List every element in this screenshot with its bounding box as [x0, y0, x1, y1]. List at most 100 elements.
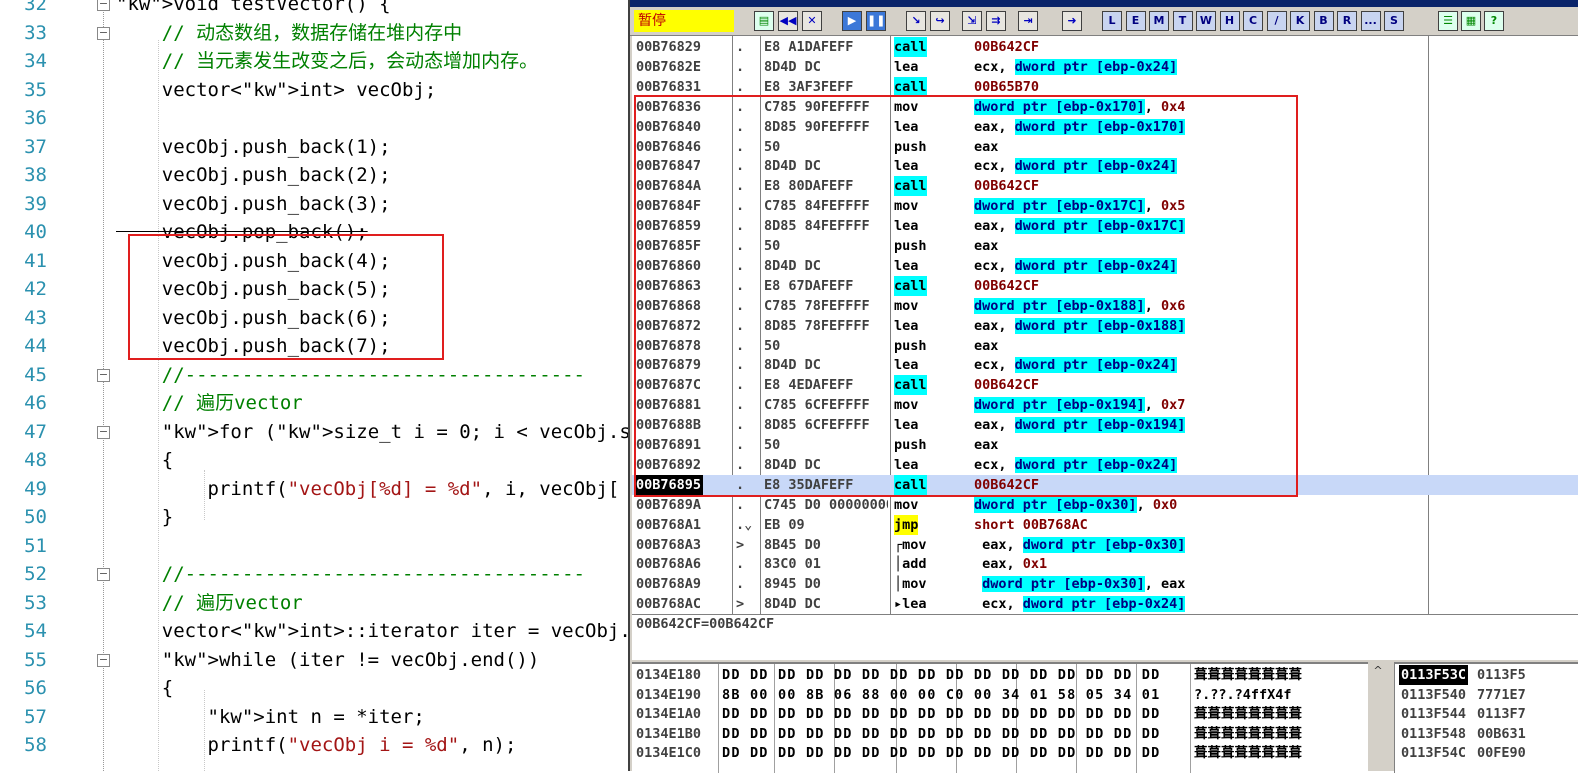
operands: 00B642CF [974, 37, 1039, 57]
instruction-bytes: 8D4D DC [764, 596, 821, 613]
fold-toggle-icon[interactable]: − [97, 425, 110, 439]
fold-toggle-icon[interactable]: − [97, 26, 110, 40]
fold-toggle-icon[interactable]: − [97, 653, 110, 667]
mnemonic: jmp [894, 514, 919, 535]
line-number: 44 [24, 335, 47, 357]
disassembly-pane[interactable]: 00B76829. E8 A1DAFEFF call 00B642CF 00B7682E… [632, 36, 1578, 614]
toolbar-c-button[interactable]: C [1243, 11, 1263, 31]
run-icon[interactable]: ▶ [842, 11, 862, 31]
disasm-row[interactable]: 00B768A6. 83C0 01 │add eax, 0x1 [632, 554, 1578, 574]
code-text: "kw">while (iter != vecObj.end()) [161, 648, 540, 671]
source-line: 57 "kw">int n = *iter; [0, 703, 628, 731]
trace-into-icon[interactable]: ⇲ [962, 11, 982, 31]
fold-toggle-icon[interactable]: − [97, 568, 110, 581]
mnemonic: call [894, 37, 927, 57]
operand-part: eax, [974, 536, 1023, 553]
dump-ascii: 葺葺葺葺葺葺葺葺 [1194, 667, 1302, 683]
stack-row[interactable]: 0113F54C 00FE90 [1395, 743, 1578, 763]
toolbar-h-button[interactable]: H [1219, 11, 1240, 31]
open-icon[interactable]: ▤ [754, 11, 774, 31]
fold-toggle-icon[interactable]: − [97, 0, 110, 11]
code-text: printf("vecObj i = %d", n); [116, 734, 517, 756]
toolbar-w-button[interactable]: W [1196, 11, 1216, 31]
flow-marker: . [736, 576, 745, 593]
stack-pane[interactable]: 0113F53C 0113F5 0113F540 7771E7 0113F544 0113… [1394, 662, 1578, 773]
disasm-row[interactable]: 00B7682E. 8D4D DC lea ecx, dword ptr [ebp-0… [632, 57, 1578, 77]
line-number: 56 [24, 677, 47, 699]
step-into-icon[interactable]: ↘ [906, 11, 926, 31]
toolbar-slash-button[interactable]: / [1266, 11, 1287, 31]
toolbar-r-button[interactable]: R [1337, 11, 1357, 31]
line-number: 34 [24, 50, 47, 72]
disasm-row[interactable]: 00B768AC >8D4D DC ▸lea ecx, dword ptr [ebp… [632, 594, 1578, 614]
dump-scroll-up-icon[interactable]: ^ [1370, 664, 1386, 680]
exec-till-return-icon[interactable]: ⇥ [1018, 11, 1038, 31]
memory-dump-pane[interactable]: 0134E180 DD DD DD DD DD DD DD DD DD DD DD… [632, 662, 1368, 773]
toolbar-b-button[interactable]: B [1313, 11, 1334, 31]
source-editor[interactable]: 32− "kw">void testVector() {33− // 动态数组，数… [0, 0, 628, 771]
help-icon[interactable]: ? [1484, 11, 1504, 31]
operand-part: dword ptr [ebp-0x30] [974, 496, 1137, 513]
instruction-bytes: E8 3AF3FEFF [764, 78, 854, 95]
pause-icon[interactable]: ❚❚ [866, 11, 886, 31]
debugger-titlebar [630, 0, 1578, 7]
line-number: 42 [24, 278, 47, 300]
toolbar-k-button[interactable]: K [1290, 11, 1310, 31]
stack-row[interactable]: 0113F540 7771E7 [1395, 685, 1578, 705]
toolbar-t-button[interactable]: T [1172, 11, 1193, 31]
flow-marker: . [736, 496, 745, 513]
line-number: 33 [24, 21, 47, 44]
operand-part [974, 576, 982, 592]
mnemonic: call [894, 76, 927, 97]
line-number: 43 [24, 306, 47, 329]
disasm-row[interactable]: 00B768A1 .⌄ EB 09 jmp short 00B768AC [632, 514, 1578, 535]
stack-address: 0113F53C [1399, 665, 1469, 685]
source-line: 34 // 当元素发生改变之后，会动态增加内存。 [0, 47, 628, 75]
disasm-row[interactable]: 00B7689A. C745 D0 00000000 mov dword ptr [e… [632, 495, 1578, 515]
stack-value: 00B631 [1477, 725, 1526, 742]
operands: dword ptr [ebp-0x30], 0x0 [974, 495, 1177, 515]
status-label: 暂停 [634, 10, 734, 32]
disasm-row[interactable]: 00B76831. E8 3AF3FEFF call 00B65B70 [632, 76, 1578, 97]
mnemonic: ┌mov [894, 536, 927, 553]
dump-ascii: ?.??.?4ffX4f [1194, 686, 1292, 703]
toolbar-l-button[interactable]: L [1102, 11, 1122, 31]
disasm-row[interactable]: 00B768A9. 8945 D0 │mov dword ptr [ebp-0x30… [632, 574, 1578, 594]
code-text: vector<"kw">int>::iterator iter = vecObj… [116, 620, 628, 642]
dump-address: 0134E190 [636, 686, 702, 703]
line-number: 57 [24, 705, 47, 728]
source-line: 45 − //----------------------------------… [0, 361, 628, 389]
disasm-row[interactable]: 00B768A3 >8B45 D0 ┌mov eax, dword ptr [ebp… [632, 535, 1578, 555]
close-icon[interactable]: ✕ [802, 11, 822, 31]
instruction-address: 00B768A1 [636, 516, 702, 533]
options-icon[interactable]: ☰ [1438, 11, 1458, 31]
instruction-address: 00B768A9 [636, 576, 702, 593]
operand-part: dword ptr [ebp-0x24] [1014, 58, 1178, 75]
line-number: 51 [24, 534, 47, 557]
stack-row[interactable]: 0113F544 0113F7 [1395, 704, 1578, 724]
rewind-icon[interactable]: ◀◀ [778, 11, 798, 31]
stack-row[interactable]: 0113F548 00B631 [1395, 724, 1578, 744]
fold-toggle-icon[interactable]: − [97, 368, 110, 382]
trace-over-icon[interactable]: ⇉ [986, 11, 1006, 31]
source-line: 50 } [0, 503, 628, 531]
toolbar-more-button[interactable]: ... [1360, 11, 1381, 31]
stack-address: 0113F54C [1401, 745, 1467, 762]
toolbar-s-button[interactable]: S [1384, 11, 1404, 31]
step-over-icon[interactable]: ↪ [930, 11, 950, 31]
goto-icon[interactable]: ➜ [1062, 11, 1082, 31]
stack-row[interactable]: 0113F53C 0113F5 [1395, 665, 1578, 685]
disasm-row[interactable]: 00B76829. E8 A1DAFEFF call 00B642CF [632, 37, 1578, 57]
code-text: { [116, 449, 174, 471]
instruction-bytes: 8945 D0 [764, 576, 821, 593]
instruction-address: 00B7682E [636, 58, 702, 75]
windows-icon[interactable]: ▦ [1461, 11, 1481, 31]
operand-part: 0x0 [1152, 496, 1178, 513]
toolbar-m-button[interactable]: M [1149, 11, 1169, 31]
dump-bytes: DD DD DD DD DD DD DD DD DD DD DD DD DD D… [722, 745, 1161, 762]
toolbar-e-button[interactable]: E [1125, 11, 1146, 31]
operand-part: ecx, [974, 596, 1023, 613]
dump-bytes: DD DD DD DD DD DD DD DD DD DD DD DD DD D… [722, 667, 1161, 683]
source-line: 33 − // 动态数组，数据存储在堆内存中 [0, 19, 628, 47]
mnemonic: │mov [894, 576, 927, 593]
